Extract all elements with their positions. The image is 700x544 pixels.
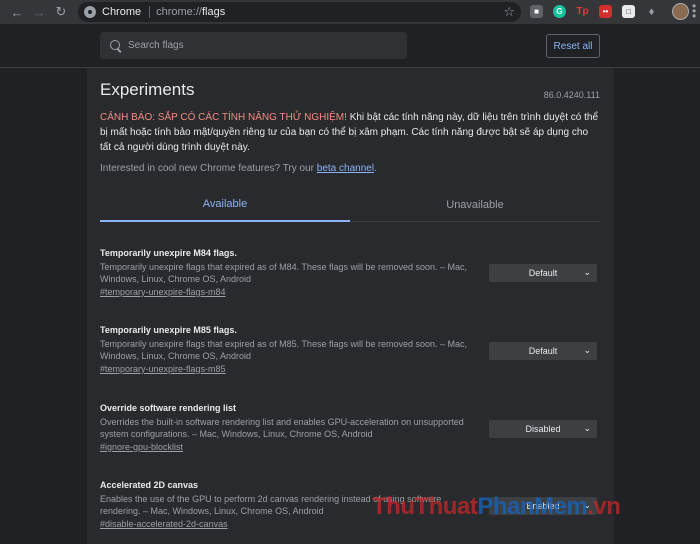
tab-available[interactable]: Available	[100, 188, 350, 222]
reset-all-button[interactable]: Reset all	[546, 34, 600, 58]
search-box[interactable]	[100, 32, 407, 59]
flag-title: Override software rendering list	[100, 403, 237, 413]
flag-state-value: Disabled	[525, 424, 561, 434]
chrome-site-icon	[84, 6, 96, 18]
flag-title: Temporarily unexpire M84 flags.	[100, 248, 237, 258]
watermark-part-2: PhanMem	[477, 493, 588, 520]
flag-anchor-link[interactable]: #temporary-unexpire-flags-m85	[100, 364, 600, 374]
flag-description: Overrides the built-in software renderin…	[100, 417, 464, 439]
square-extension-icon[interactable]: □	[622, 5, 635, 18]
interest-text: Interested in cool new Chrome features? …	[100, 163, 317, 174]
site-chip-label: Chrome	[102, 6, 142, 18]
grammarly-extension-icon[interactable]: G	[553, 5, 566, 18]
flag-description: Temporarily unexpire flags that expired …	[100, 339, 468, 361]
reload-icon[interactable]: ↻	[50, 1, 72, 23]
flags-header: Reset all	[0, 24, 700, 68]
omnibox-separator	[149, 6, 151, 18]
flag-state-select[interactable]: Default ⌄	[489, 342, 597, 360]
flag-anchor-link[interactable]: #ignore-gpu-blocklist	[100, 442, 600, 452]
site-watermark: ThuThuatPhanMem.vn	[372, 493, 621, 521]
browser-toolbar: ← → ↻ Chrome chrome:// flags ☆ ■ G Tp ••…	[0, 0, 700, 24]
beta-channel-note: Interested in cool new Chrome features? …	[100, 163, 377, 174]
search-input[interactable]	[128, 40, 388, 51]
forward-arrow-icon[interactable]: →	[28, 1, 50, 23]
shield-extension-icon[interactable]: ■	[530, 5, 543, 18]
url-scheme: chrome://	[156, 6, 202, 18]
flag-anchor-link[interactable]: #temporary-unexpire-flags-m84	[100, 287, 600, 297]
flag-state-select[interactable]: Disabled ⌄	[489, 420, 597, 438]
flag-state-value: Default	[528, 346, 558, 356]
bookmark-star-icon[interactable]: ☆	[503, 4, 515, 20]
search-icon	[110, 39, 122, 52]
chevron-down-icon: ⌄	[583, 423, 591, 433]
flag-state-value: Default	[528, 268, 558, 278]
warning-heading: CẢNH BÁO: SẮP CÓ CÁC TÍNH NĂNG THỬ NGHIỆ…	[100, 112, 347, 123]
version-label: 86.0.4240.111	[543, 90, 600, 100]
watermark-part-1: ThuThuat	[372, 493, 478, 520]
red-extension-icon[interactable]: ••	[599, 5, 612, 18]
chevron-down-icon: ⌄	[583, 345, 591, 355]
menu-dots-icon[interactable]: • • •	[692, 0, 696, 22]
puzzle-extensions-icon[interactable]: ♦	[645, 5, 658, 18]
address-bar[interactable]: Chrome chrome:// flags ☆	[78, 2, 521, 22]
beta-channel-link[interactable]: beta channel	[317, 163, 374, 174]
flag-item: Override software rendering list Overrid…	[100, 403, 600, 452]
warning-text: CẢNH BÁO: SẮP CÓ CÁC TÍNH NĂNG THỬ NGHIỆ…	[100, 110, 600, 155]
flag-item: Temporarily unexpire M84 flags. Temporar…	[100, 248, 600, 297]
chevron-down-icon: ⌄	[583, 267, 591, 277]
profile-avatar[interactable]	[672, 3, 689, 20]
url-host: flags	[201, 6, 226, 18]
flag-title: Temporarily unexpire M85 flags.	[100, 325, 237, 335]
flag-description: Temporarily unexpire flags that expired …	[100, 262, 468, 284]
watermark-part-3: .vn	[587, 493, 621, 520]
back-arrow-icon[interactable]: ←	[6, 1, 28, 23]
flag-item: Temporarily unexpire M85 flags. Temporar…	[100, 325, 600, 374]
tabs-bar: Available Unavailable	[100, 188, 600, 222]
page-title: Experiments	[100, 80, 195, 99]
tp-extension-icon[interactable]: Tp	[576, 5, 589, 18]
interest-end: .	[374, 163, 377, 174]
tab-unavailable[interactable]: Unavailable	[350, 188, 600, 222]
flag-state-select[interactable]: Default ⌄	[489, 264, 597, 282]
flag-title: Accelerated 2D canvas	[100, 480, 199, 490]
